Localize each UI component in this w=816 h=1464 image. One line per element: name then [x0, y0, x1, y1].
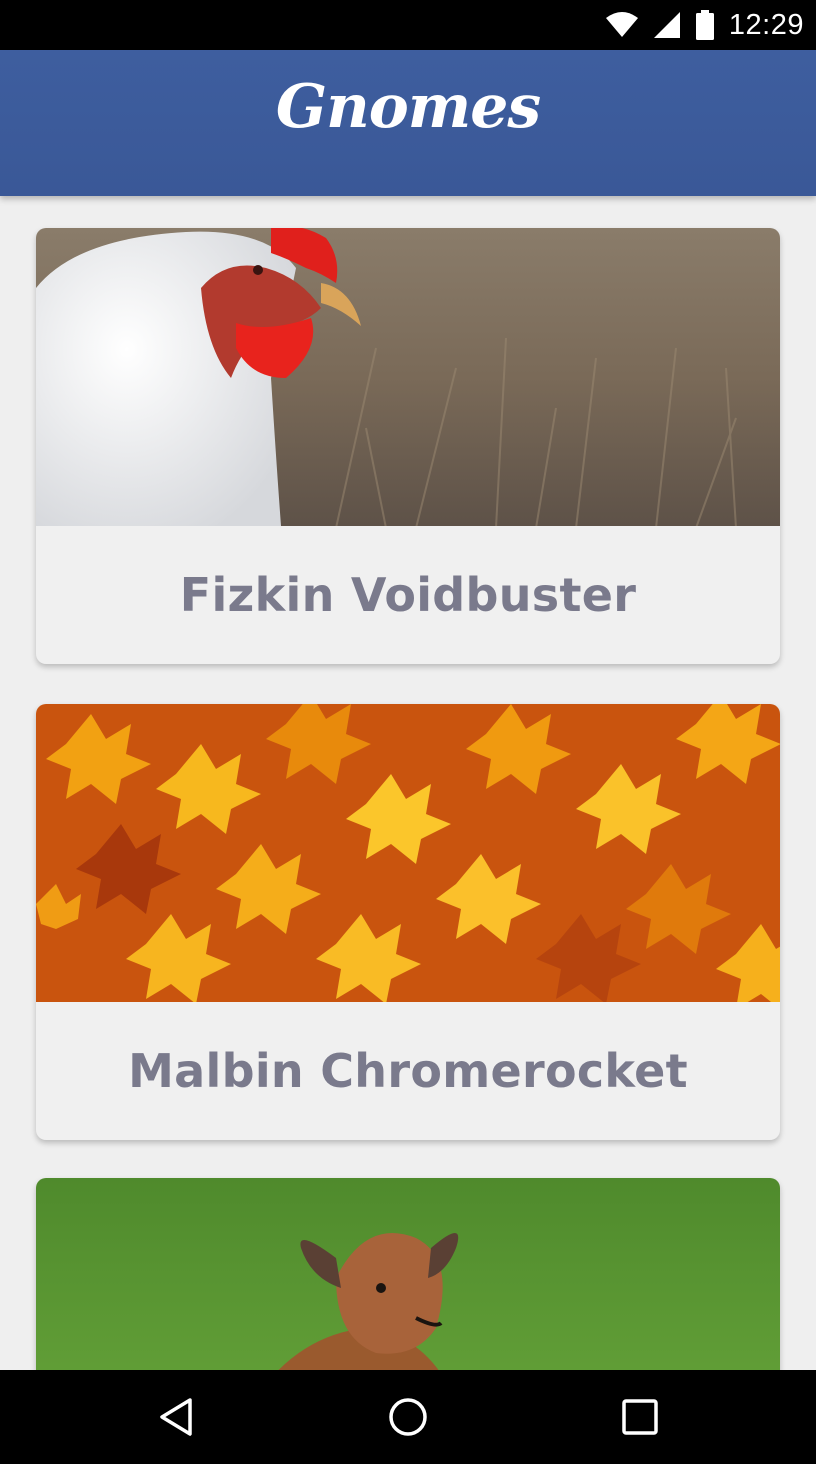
navigation-bar	[0, 1370, 816, 1464]
recents-icon	[622, 1399, 658, 1435]
home-icon	[389, 1398, 427, 1436]
back-button[interactable]	[116, 1370, 236, 1464]
app-bar: Gnomes	[0, 50, 816, 196]
home-button[interactable]	[348, 1370, 468, 1464]
signal-icon	[653, 12, 680, 38]
status-icons: 12:29	[605, 0, 804, 50]
app-title: Gnomes	[275, 72, 541, 142]
recents-button[interactable]	[580, 1370, 700, 1464]
gnome-name: Fizkin Voidbuster	[179, 568, 637, 622]
gnome-photo	[36, 704, 780, 1002]
battery-icon	[695, 10, 714, 40]
autumn-leaves-image	[36, 704, 780, 1002]
status-time: 12:29	[728, 8, 804, 41]
app-screen: 12:29 Gnomes Fizkin Voidbuster Malbin Ch…	[0, 0, 816, 1464]
gnome-card[interactable]: Fizkin Voidbuster	[36, 228, 780, 664]
gnome-card[interactable]: Malbin Chromerocket	[36, 704, 780, 1140]
status-bar: 12:29	[0, 0, 816, 50]
chicken-image	[36, 228, 780, 526]
gnome-photo	[36, 228, 780, 526]
gnome-name: Malbin Chromerocket	[128, 1044, 688, 1098]
wifi-icon	[605, 12, 638, 37]
back-icon	[160, 1398, 192, 1436]
